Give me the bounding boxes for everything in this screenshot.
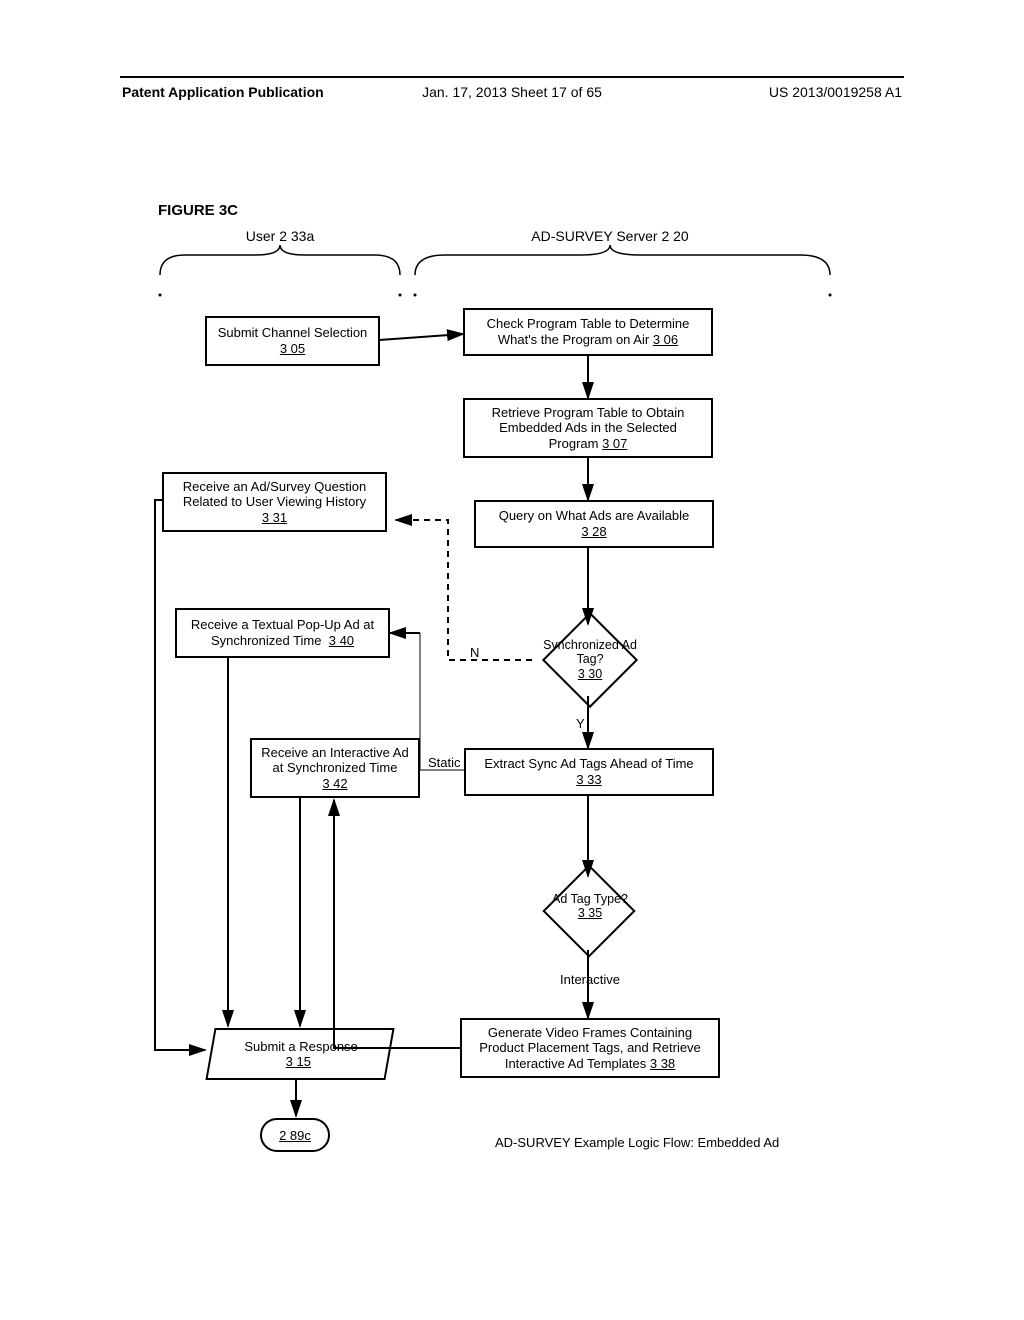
- box-text: Receive an Ad/Survey Question Related to…: [170, 479, 379, 510]
- box-text: Receive a Textual Pop-Up Ad at Synchroni…: [183, 617, 382, 648]
- box-receive-survey: Receive an Ad/Survey Question Related to…: [162, 472, 387, 532]
- footer-caption: AD-SURVEY Example Logic Flow: Embedded A…: [495, 1135, 779, 1150]
- box-text: Retrieve Program Table to Obtain Embedde…: [471, 405, 705, 436]
- connector-289c: 2 89c: [260, 1118, 330, 1152]
- box-text: Extract Sync Ad Tags Ahead of Time: [484, 756, 693, 772]
- box-ref: 3 15: [286, 1054, 311, 1069]
- box-text: Receive an Interactive Ad at Synchronize…: [258, 745, 412, 776]
- box-ref: 3 31: [262, 510, 287, 526]
- box-generate-frames: Generate Video Frames Containing Product…: [460, 1018, 720, 1078]
- header-rule: [120, 76, 904, 78]
- arrows-svg: [0, 0, 1024, 1320]
- box-ref: 3 42: [322, 776, 347, 792]
- box-text2: Program 3 07: [549, 436, 628, 452]
- diamond-ad-tag-type: Ad Tag Type? 3 35: [528, 870, 652, 952]
- box-submit-response: Submit a Response 3 15: [205, 1028, 394, 1080]
- box-text: Check Program Table to Determine What's …: [471, 316, 705, 347]
- box-receive-interactive: Receive an Interactive Ad at Synchronize…: [250, 738, 420, 798]
- box-ref: 3 33: [576, 772, 601, 788]
- box-check-program: Check Program Table to Determine What's …: [463, 308, 713, 356]
- box-text: Generate Video Frames Containing Product…: [468, 1025, 712, 1072]
- label-interactive: Interactive: [560, 972, 620, 987]
- box-retrieve-program: Retrieve Program Table to Obtain Embedde…: [463, 398, 713, 458]
- box-ref: 3 28: [581, 524, 606, 540]
- box-ref: 3 05: [280, 341, 305, 357]
- box-text: Submit a Response: [245, 1039, 358, 1054]
- box-submit-channel: Submit Channel Selection 3 05: [205, 316, 380, 366]
- box-query-ads: Query on What Ads are Available 3 28: [474, 500, 714, 548]
- lane-label-user: User 2 33a: [220, 228, 340, 244]
- label-n: N: [470, 645, 479, 660]
- figure-title: FIGURE 3C: [158, 202, 238, 219]
- label-static: Static: [428, 755, 461, 770]
- label-y: Y: [576, 716, 585, 731]
- box-text: Query on What Ads are Available: [499, 508, 690, 524]
- header-right: US 2013/0019258 A1: [769, 84, 902, 100]
- diamond-sync-tag: Synchronized Ad Tag? 3 30: [530, 620, 650, 700]
- box-text: Submit Channel Selection: [218, 325, 368, 341]
- box-extract-sync: Extract Sync Ad Tags Ahead of Time 3 33: [464, 748, 714, 796]
- box-receive-popup: Receive a Textual Pop-Up Ad at Synchroni…: [175, 608, 390, 658]
- lane-label-server: AD-SURVEY Server 2 20: [480, 228, 740, 244]
- connector-ref: 2 89c: [279, 1128, 311, 1143]
- page-root: Patent Application Publication Jan. 17, …: [0, 0, 1024, 1320]
- braces-svg: [0, 0, 1024, 1320]
